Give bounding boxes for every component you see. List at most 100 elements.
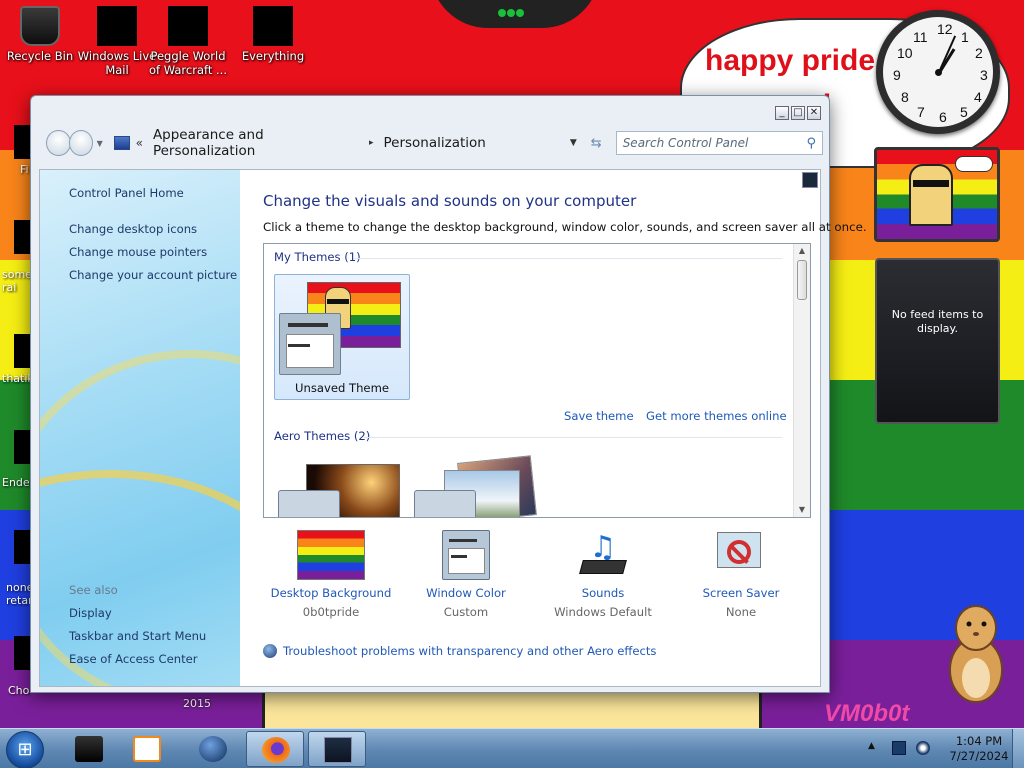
show-desktop-button[interactable] (1012, 729, 1024, 768)
scrollbar-thumb[interactable] (797, 260, 807, 300)
screen-saver-item[interactable]: Screen Saver None (673, 530, 809, 619)
address-dropdown[interactable]: ▼ (570, 138, 577, 148)
screen-saver-value: None (725, 605, 757, 619)
group-divider (354, 258, 782, 259)
system-clock[interactable]: 1:04 PM 7/27/2024 (946, 734, 1012, 764)
desktop-background-icon (297, 530, 365, 580)
display-link[interactable]: Display (69, 606, 112, 620)
theme-window-color-preview (279, 313, 341, 375)
change-desktop-icons-link[interactable]: Change desktop icons (69, 222, 197, 236)
sounds-icon: ♫ (569, 530, 637, 580)
search-input[interactable]: Search Control Panel ⚲ (615, 131, 824, 155)
change-account-picture-link[interactable]: Change your account picture (69, 268, 237, 282)
minimize-button[interactable]: _ (775, 106, 789, 120)
desktop-background-item[interactable]: Desktop Background 0b0tpride (263, 530, 399, 619)
show-hidden-icons-icon[interactable]: ▲ (868, 741, 875, 751)
clock-numeral: 6 (939, 109, 947, 125)
my-themes-heading: My Themes (1) (274, 250, 361, 264)
desktop-background-value: 0b0tpride (302, 605, 360, 619)
window-color-item[interactable]: Window Color Custom (398, 530, 534, 619)
wallpaper-top-dots (498, 6, 528, 17)
feed-message: No feed items to display. (891, 308, 984, 335)
sounds-name: Sounds (581, 586, 625, 600)
refresh-icon[interactable]: ⇆ (591, 136, 602, 151)
help-icon[interactable] (802, 172, 818, 188)
control-panel-icon (324, 737, 352, 763)
desktop-icon-partial-label: thatik (2, 372, 34, 385)
breadcrumb-separator-icon[interactable]: ▸ (369, 138, 374, 148)
game-icon (168, 6, 208, 46)
aero-theme-window-preview (278, 490, 340, 517)
clock-numeral: 8 (901, 89, 909, 105)
taskbar-browser[interactable] (184, 731, 242, 767)
window-color-value: Custom (443, 605, 489, 619)
search-icon[interactable]: ⚲ (806, 136, 816, 151)
desktop-icon-everything[interactable]: Everything (233, 6, 313, 63)
taskbar-explorer[interactable] (60, 731, 118, 767)
troubleshoot-link[interactable]: Troubleshoot problems with transparency … (263, 644, 656, 658)
page-title: Change the visuals and sounds on your co… (263, 192, 637, 210)
scroll-up-icon[interactable]: ▲ (794, 244, 810, 258)
clock-numeral: 9 (893, 67, 901, 83)
clock-numeral: 12 (937, 21, 953, 37)
volume-icon[interactable] (916, 741, 930, 755)
explorer-icon (75, 736, 103, 762)
aero-themes-heading: Aero Themes (2) (274, 429, 371, 443)
clock-numeral: 2 (975, 45, 983, 61)
troubleshoot-icon (263, 644, 277, 658)
aero-theme-window-preview (414, 490, 476, 517)
change-mouse-pointers-link[interactable]: Change mouse pointers (69, 245, 207, 259)
desktop-icon-label: Windows Live Mail (77, 49, 157, 77)
breadcrumb-personalization[interactable]: Personalization (384, 135, 486, 151)
clock-numeral: 1 (961, 29, 969, 45)
firefox-icon (262, 737, 290, 763)
recent-pages-dropdown[interactable]: ▼ (95, 139, 104, 148)
slideshow-figure (909, 164, 953, 226)
control-panel-home-link[interactable]: Control Panel Home (69, 186, 184, 200)
main-content: Change the visuals and sounds on your co… (263, 170, 867, 686)
unsaved-theme-tile[interactable]: Unsaved Theme (274, 274, 410, 400)
screen-saver-icon (707, 530, 775, 580)
clock-date: 7/27/2024 (949, 749, 1009, 763)
breadcrumb-overflow-chevron[interactable]: « (136, 136, 143, 150)
close-button[interactable]: ✕ (807, 106, 821, 120)
clock-numeral: 4 (974, 89, 982, 105)
desktop-icon-recycle-bin[interactable]: Recycle Bin (0, 6, 80, 63)
clock-gadget[interactable]: 12 1 2 3 4 5 6 7 8 9 10 11 (876, 10, 1000, 134)
desktop-icon-peggle[interactable]: Peggle World of Warcraft ... (148, 6, 228, 77)
scroll-down-icon[interactable]: ▼ (794, 503, 810, 517)
network-icon[interactable] (892, 741, 906, 755)
sounds-item[interactable]: ♫ Sounds Windows Default (535, 530, 671, 619)
theme-thumbnail-glasses (327, 299, 349, 304)
taskbar: ⊞ ▲ 1:04 PM 7/27/2024 (0, 728, 1024, 768)
task-pane: Control Panel Home Change desktop icons … (40, 170, 240, 686)
save-theme-link[interactable]: Save theme (564, 409, 634, 423)
unsaved-theme-label: Unsaved Theme (294, 381, 389, 395)
desktop-background-name: Desktop Background (270, 586, 392, 600)
taskbar-control-panel[interactable] (308, 731, 366, 767)
themes-scrollbar[interactable]: ▲ ▼ (793, 244, 810, 517)
desktop-icon-windows-live-mail[interactable]: Windows Live Mail (77, 6, 157, 77)
taskbar-firefox[interactable] (246, 731, 304, 767)
desktop-icon-partial-label: Ende (2, 476, 30, 489)
maximize-button[interactable]: □ (791, 106, 805, 120)
start-button[interactable]: ⊞ (6, 731, 44, 768)
taskbar-media-player[interactable] (118, 731, 176, 767)
window-color-icon (442, 530, 490, 580)
desktop-icon-label: Everything (241, 49, 305, 63)
ease-of-access-link[interactable]: Ease of Access Center (69, 652, 198, 666)
clock-numeral: 10 (897, 45, 913, 61)
forward-button[interactable] (68, 130, 94, 156)
window-client-area: Control Panel Home Change desktop icons … (39, 169, 867, 687)
breadcrumb-appearance[interactable]: Appearance and Personalization (153, 127, 357, 159)
hamster-image (949, 605, 1003, 703)
desktop-icon-partial-label: Fi (20, 163, 29, 176)
get-more-themes-link[interactable]: Get more themes online (646, 409, 787, 423)
back-button[interactable] (46, 130, 71, 156)
recycle-bin-icon (20, 6, 60, 46)
feed-headlines-gadget[interactable]: No feed items to display. (875, 258, 1000, 424)
page-subtitle: Click a theme to change the desktop back… (263, 220, 867, 234)
taskbar-start-menu-link[interactable]: Taskbar and Start Menu (69, 629, 206, 643)
slideshow-gadget[interactable] (874, 147, 1000, 242)
search-placeholder: Search Control Panel (622, 136, 749, 150)
